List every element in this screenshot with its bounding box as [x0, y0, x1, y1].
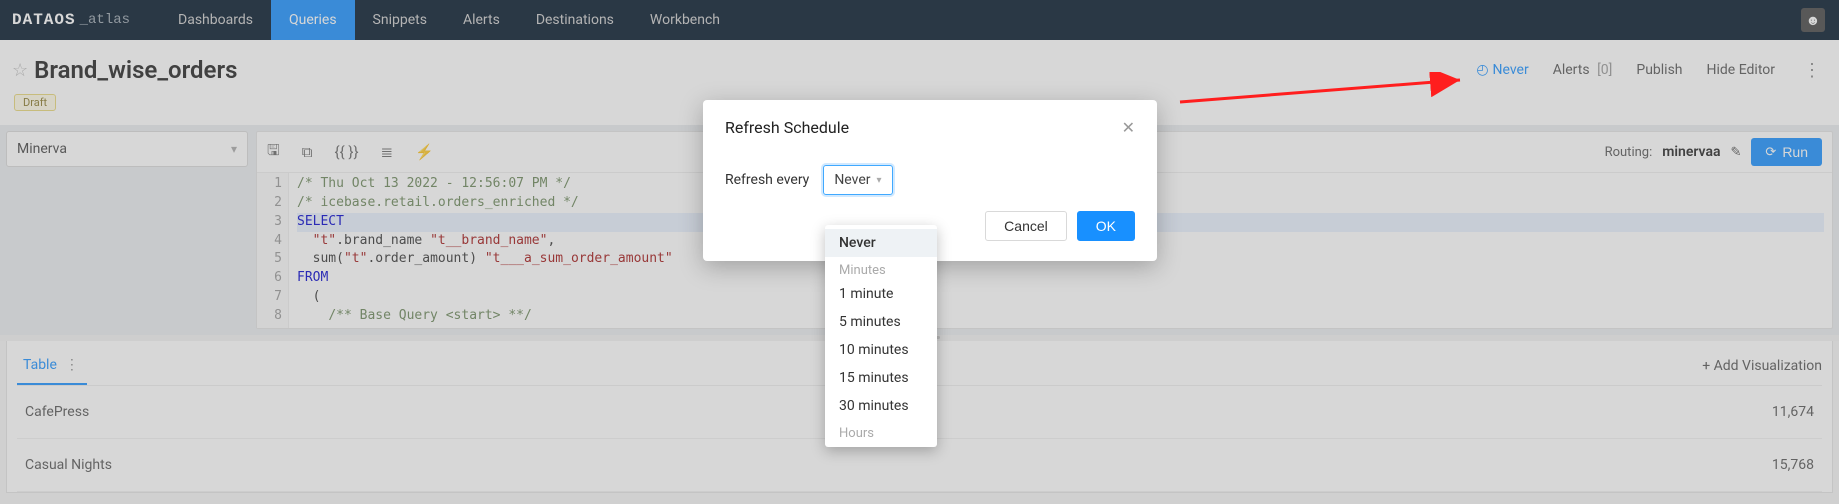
refresh-every-label: Refresh every: [725, 172, 809, 188]
modal-body: Refresh every Never ▾: [703, 149, 1157, 217]
cancel-button[interactable]: Cancel: [985, 211, 1067, 241]
dropdown-item[interactable]: 10 minutes: [825, 336, 937, 364]
refresh-interval-value: Never: [834, 172, 870, 188]
dropdown-item[interactable]: 30 minutes: [825, 392, 937, 420]
dropdown-item[interactable]: 5 minutes: [825, 308, 937, 336]
refresh-interval-dropdown[interactable]: NeverMinutes1 minute5 minutes10 minutes1…: [825, 225, 937, 447]
dropdown-item[interactable]: Never: [825, 229, 937, 257]
refresh-interval-select[interactable]: Never ▾: [823, 165, 892, 195]
dropdown-section-header: Hours: [825, 420, 937, 443]
dropdown-item[interactable]: 1 minute: [825, 280, 937, 308]
close-icon[interactable]: ✕: [1122, 118, 1135, 137]
dropdown-item[interactable]: 15 minutes: [825, 364, 937, 392]
modal-title: Refresh Schedule: [725, 118, 849, 137]
dropdown-section-header: Minutes: [825, 257, 937, 280]
chevron-down-icon: ▾: [877, 175, 882, 186]
ok-button[interactable]: OK: [1077, 211, 1135, 241]
modal-header: Refresh Schedule ✕: [703, 100, 1157, 149]
